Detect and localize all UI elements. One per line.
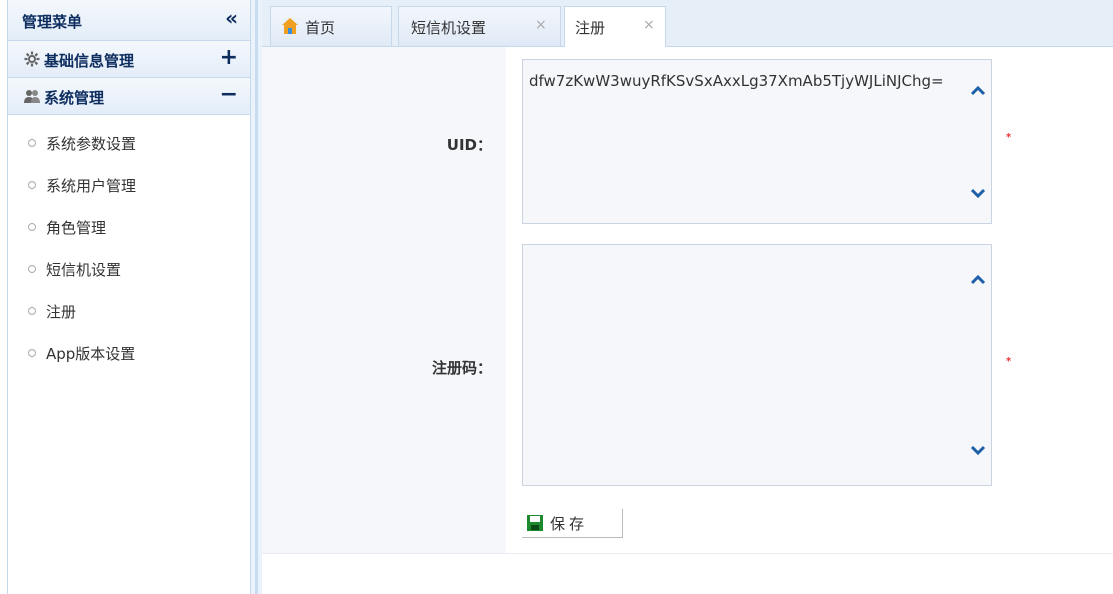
main-area: 首页 短信机设置 × 注册 × UID： dfw7zKwW3wuyRfKSvSx… (262, 0, 1113, 594)
bullet-icon (28, 180, 36, 189)
gear-icon (24, 51, 40, 67)
sidebar-item-system-params[interactable]: 系统参数设置 (8, 123, 250, 165)
bullet-icon (28, 306, 36, 315)
label-column (262, 47, 506, 554)
sidebar-item-label: 系统参数设置 (46, 135, 137, 153)
panel-system-manage[interactable]: 系统管理 − (8, 78, 250, 115)
uid-textarea[interactable]: dfw7zKwW3wuyRfKSvSxAxxLg37XmAb5TjyWJLiNJ… (522, 59, 992, 224)
menu-list: 系统参数设置 系统用户管理 角色管理 短信机设置 注册 App版本设置 (8, 115, 250, 375)
chevron-up-icon[interactable] (969, 271, 987, 289)
save-label: 保存 (550, 515, 589, 533)
tab-register[interactable]: 注册 × (564, 6, 666, 47)
layout-splitter[interactable] (251, 0, 262, 594)
save-icon (526, 514, 544, 532)
sidebar-title: 管理菜单 (22, 13, 83, 31)
bullet-icon (28, 348, 36, 357)
sidebar-item-label: 角色管理 (46, 219, 107, 237)
tab-bar: 首页 短信机设置 × 注册 × (262, 0, 1113, 47)
sidebar-header: 管理菜单 « (8, 0, 250, 41)
home-icon (281, 17, 299, 35)
sidebar: 管理菜单 « 基础信息管理 + 系统管理 − 系统参数设置 系统用户管理 角色管… (7, 0, 251, 594)
chevron-up-icon[interactable] (969, 82, 987, 100)
sidebar-item-label: App版本设置 (46, 345, 136, 363)
required-marker: * (1006, 356, 1012, 367)
close-icon[interactable]: × (643, 17, 655, 33)
sidebar-item-label: 注册 (46, 303, 77, 321)
sidebar-item-register[interactable]: 注册 (8, 291, 250, 333)
chevron-down-icon[interactable] (969, 441, 987, 459)
required-marker: * (1006, 132, 1012, 143)
tab-label: 短信机设置 (411, 19, 487, 37)
tab-sms-settings[interactable]: 短信机设置 × (398, 6, 561, 46)
panel-title-basic-info: 基础信息管理 (44, 52, 135, 70)
panel-title-system-manage: 系统管理 (44, 89, 105, 107)
expand-icon[interactable]: + (220, 44, 238, 72)
uid-value: dfw7zKwW3wuyRfKSvSxAxxLg37XmAb5TjyWJLiNJ… (529, 72, 944, 90)
splitter-line (255, 0, 258, 594)
sidebar-item-sms-settings[interactable]: 短信机设置 (8, 249, 250, 291)
register-form: UID： dfw7zKwW3wuyRfKSvSxAxxLg37XmAb5TjyW… (262, 47, 1113, 554)
chevron-down-icon[interactable] (969, 184, 987, 202)
uid-label: UID： (446, 136, 492, 154)
tab-label: 注册 (575, 19, 606, 37)
sidebar-item-app-version[interactable]: App版本设置 (8, 333, 250, 375)
register-code-label: 注册码： (431, 359, 492, 377)
sidebar-item-label: 短信机设置 (46, 261, 122, 279)
bullet-icon (28, 222, 36, 231)
save-button[interactable]: 保存 (522, 509, 623, 538)
collapse-sidebar-icon[interactable]: « (225, 6, 238, 30)
tab-label: 首页 (305, 19, 336, 37)
collapse-icon[interactable]: − (220, 81, 238, 109)
divider (262, 553, 1113, 554)
bullet-icon (28, 264, 36, 273)
users-icon (24, 88, 40, 104)
sidebar-item-system-users[interactable]: 系统用户管理 (8, 165, 250, 207)
panel-basic-info[interactable]: 基础信息管理 + (8, 41, 250, 78)
sidebar-item-label: 系统用户管理 (46, 177, 137, 195)
sidebar-item-roles[interactable]: 角色管理 (8, 207, 250, 249)
bullet-icon (28, 138, 36, 147)
tab-home[interactable]: 首页 (270, 6, 392, 46)
close-icon[interactable]: × (535, 17, 547, 33)
register-code-textarea[interactable] (522, 244, 992, 486)
